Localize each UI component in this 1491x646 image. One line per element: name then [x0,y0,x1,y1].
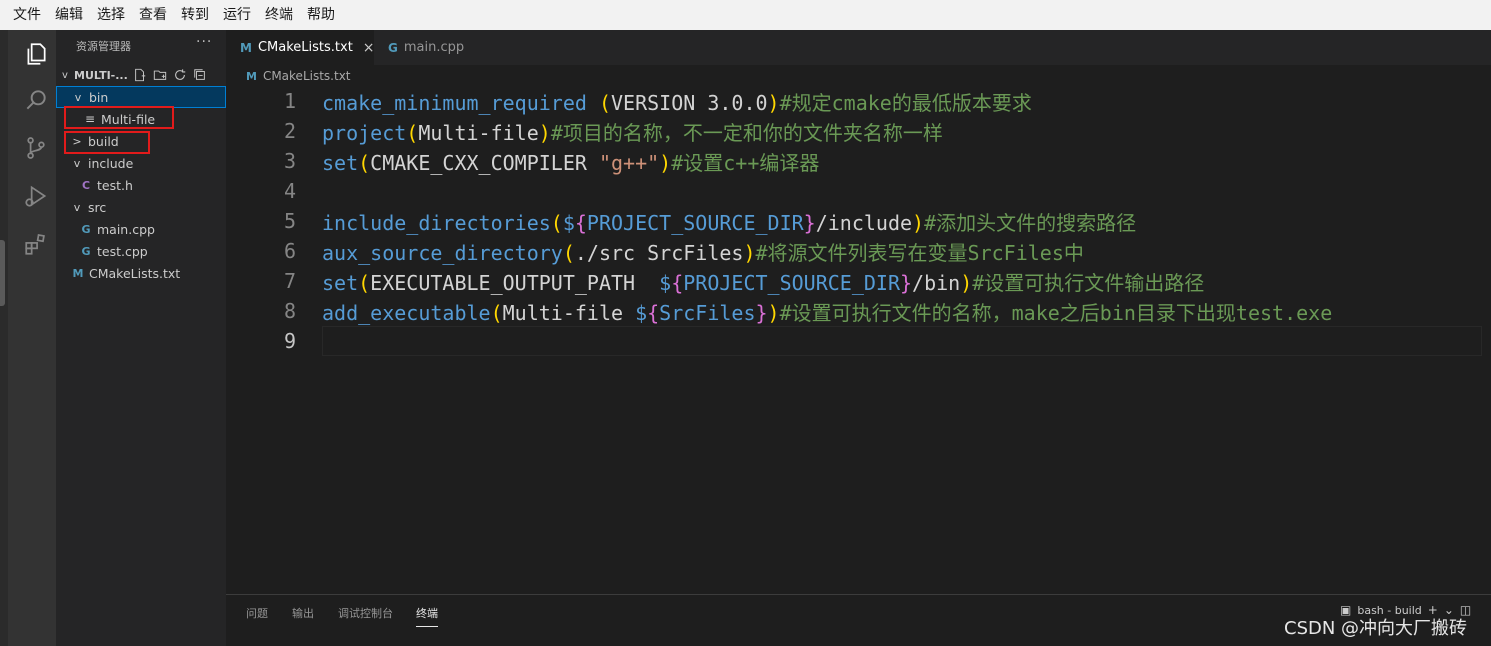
line-number: 2 [283,119,296,143]
new-folder-icon[interactable] [152,67,167,82]
code-line[interactable]: 4 [226,176,1491,206]
breadcrumb[interactable]: M CMakeLists.txt [226,65,351,87]
code-line[interactable]: 6 aux_source_directory(./src SrcFiles)#将… [226,236,1491,266]
code-editor[interactable]: 1 cmake_minimum_required (VERSION 3.0.0)… [226,86,1491,591]
code-line[interactable]: 5 include_directories(${PROJECT_SOURCE_D… [226,206,1491,236]
code-line[interactable]: 8 add_executable(Multi-file ${SrcFiles})… [226,296,1491,326]
code-text: aux_source_directory(./src SrcFiles)#将源文… [322,240,1084,265]
tree-label: test.cpp [97,243,148,259]
menu-file[interactable]: 文件 [6,0,48,30]
chevron-down-icon: v [73,200,81,214]
menu-go[interactable]: 转到 [174,0,216,30]
tab-label: main.cpp [403,40,465,55]
tree-label: src [88,199,107,215]
tree-folder-src[interactable]: v src [56,196,226,218]
tree-label: main.cpp [97,221,155,237]
chevron-right-icon: > [72,134,82,148]
window-edge-handle [0,240,5,306]
lines-file-icon: ≡ [84,112,96,126]
tab-main-cpp[interactable]: G main.cpp [374,30,494,65]
tree-label: test.h [97,177,133,193]
tree-label: include [88,155,134,171]
close-icon[interactable]: × [363,40,375,56]
source-control-icon[interactable] [16,128,56,168]
code-text: set(EXECUTABLE_OUTPUT_PATH ${PROJECT_SOU… [322,270,1205,295]
code-line[interactable]: 3 set(CMAKE_CXX_COMPILER "g++")#设置c++编译器 [226,146,1491,176]
tree-label: CMakeLists.txt [89,265,181,281]
tree-file-test-cpp[interactable]: G test.cpp [56,240,226,262]
line-number: 1 [283,89,296,113]
breadcrumb-label: CMakeLists.txt [262,69,351,83]
menu-help[interactable]: 帮助 [300,0,342,30]
line-number: 9 [283,329,296,353]
line-number: 4 [283,179,296,203]
more-actions-icon[interactable]: ··· [196,34,212,50]
code-text: set(CMAKE_CXX_COMPILER "g++")#设置c++编译器 [322,150,820,175]
tree-file-test-h[interactable]: C test.h [56,174,226,196]
chevron-down-icon: v [62,69,68,81]
c-file-icon: C [81,178,91,192]
panel-tab-problems[interactable]: 问题 [246,605,268,621]
cpp-file-icon: G [81,244,91,258]
cmake-file-icon: M [72,266,84,280]
menu-selection[interactable]: 选择 [90,0,132,30]
line-number: 8 [283,299,296,323]
line-number: 6 [283,239,296,263]
current-line-highlight [322,326,1482,356]
cmake-file-icon: M [246,69,257,83]
explorer-sidebar: 资源管理器 ··· v MULTI-... v bin ≡ Multi-file… [56,30,226,646]
workspace-name: MULTI-... [74,68,128,82]
editor-tab-bar: M CMakeLists.txt × G main.cpp [226,30,1491,65]
chevron-down-icon: v [74,90,82,104]
tree-label: Multi-file [101,111,156,127]
run-debug-icon[interactable] [16,176,56,216]
menu-view[interactable]: 查看 [132,0,174,30]
code-text: project(Multi-file)#项目的名称，不一定和你的文件夹名称一样 [322,120,943,145]
menu-terminal[interactable]: 终端 [258,0,300,30]
activity-bar [0,30,56,646]
tree-folder-bin[interactable]: v bin [56,86,226,108]
code-line[interactable]: 2 project(Multi-file)#项目的名称，不一定和你的文件夹名称一… [226,116,1491,146]
code-line[interactable]: 1 cmake_minimum_required (VERSION 3.0.0)… [226,86,1491,116]
explorer-title: 资源管理器 [76,40,131,53]
new-file-icon[interactable] [132,67,147,82]
panel-tab-terminal[interactable]: 终端 [416,605,438,627]
menu-bar: 文件 编辑 选择 查看 转到 运行 终端 帮助 [0,0,1491,30]
tree-file-main-cpp[interactable]: G main.cpp [56,218,226,240]
panel-tab-debug-console[interactable]: 调试控制台 [338,605,393,621]
workspace-section-header[interactable]: v MULTI-... [56,64,226,86]
code-text: add_executable(Multi-file ${SrcFiles})#设… [322,300,1333,325]
line-number: 7 [283,269,296,293]
code-line-current[interactable]: 9 [226,326,1491,356]
code-text: include_directories(${PROJECT_SOURCE_DIR… [322,210,1137,235]
cmake-file-icon: M [240,40,252,55]
tree-folder-include[interactable]: v include [56,152,226,174]
menu-edit[interactable]: 编辑 [48,0,90,30]
cpp-file-icon: G [81,222,91,236]
code-text: cmake_minimum_required (VERSION 3.0.0)#规… [322,90,1032,115]
watermark: CSDN @冲向大厂搬砖 [1284,618,1468,639]
tree-label: bin [89,89,109,105]
code-line[interactable]: 7 set(EXECUTABLE_OUTPUT_PATH ${PROJECT_S… [226,266,1491,296]
explorer-icon[interactable] [16,34,56,74]
tree-file-multi-file[interactable]: ≡ Multi-file [56,108,226,130]
menu-run[interactable]: 运行 [216,0,258,30]
panel-tab-output[interactable]: 输出 [292,605,314,621]
collapse-all-icon[interactable] [192,67,207,82]
tab-cmakelists[interactable]: M CMakeLists.txt × [226,30,375,65]
tree-folder-build[interactable]: > build [56,130,226,152]
tree-label: build [88,133,119,149]
refresh-icon[interactable] [172,67,187,82]
search-icon[interactable] [16,80,56,120]
chevron-down-icon: v [73,156,81,170]
extensions-icon[interactable] [16,224,56,264]
line-number: 3 [283,149,296,173]
explorer-actions [132,67,207,82]
tree-file-cmakelists[interactable]: M CMakeLists.txt [56,262,226,284]
line-number: 5 [283,209,296,233]
tab-label: CMakeLists.txt [257,40,353,55]
cpp-file-icon: G [388,40,398,55]
